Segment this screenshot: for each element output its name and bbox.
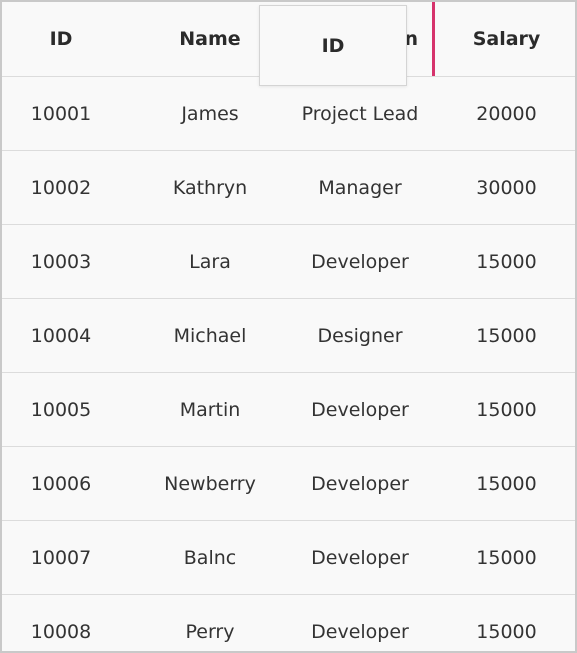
- cell-id: 10006: [30, 472, 92, 495]
- cell-designation: Developer: [311, 250, 409, 273]
- data-grid-frame: ID Name n Salary ID 10001 James Project …: [0, 0, 577, 653]
- header-id[interactable]: ID: [2, 2, 120, 76]
- cell-designation: Manager: [318, 176, 402, 199]
- cell-designation: Project Lead: [301, 102, 419, 125]
- cell-id: 10002: [30, 176, 92, 199]
- cell-salary: 20000: [476, 102, 537, 125]
- cell-salary: 15000: [476, 472, 537, 495]
- cell-name: Perry: [185, 620, 235, 643]
- cell-name: Kathryn: [172, 176, 248, 199]
- cell-name: Michael: [173, 324, 247, 347]
- table-row[interactable]: 10008 Perry Developer 15000: [2, 595, 575, 651]
- table-row[interactable]: 10002 Kathryn Manager 30000: [2, 151, 575, 225]
- column-drop-indicator: [432, 2, 435, 76]
- cell-id: 10007: [30, 546, 92, 569]
- cell-salary: 15000: [476, 398, 537, 421]
- cell-salary: 15000: [476, 250, 537, 273]
- cell-salary: 15000: [476, 546, 537, 569]
- cell-id: 10008: [30, 620, 92, 643]
- cell-salary: 15000: [476, 620, 537, 643]
- cell-name: James: [181, 102, 239, 125]
- cell-designation: Developer: [311, 620, 409, 643]
- table-row[interactable]: 10007 Balnc Developer 15000: [2, 521, 575, 595]
- cell-id: 10005: [30, 398, 92, 421]
- table-row[interactable]: 10004 Michael Designer 15000: [2, 299, 575, 373]
- table-row[interactable]: 10006 Newberry Developer 15000: [2, 447, 575, 521]
- cell-designation: Developer: [311, 472, 409, 495]
- cell-designation: Developer: [311, 398, 409, 421]
- cell-name: Balnc: [183, 546, 237, 569]
- cell-name: Lara: [189, 250, 231, 273]
- cell-designation: Designer: [317, 324, 403, 347]
- table-row[interactable]: 10003 Lara Developer 15000: [2, 225, 575, 299]
- cell-name: Martin: [179, 398, 241, 421]
- cell-name: Newberry: [164, 472, 256, 495]
- cell-designation: Developer: [311, 546, 409, 569]
- table-row[interactable]: 10005 Martin Developer 15000: [2, 373, 575, 447]
- cell-id: 10001: [30, 102, 92, 125]
- header-salary[interactable]: Salary: [438, 2, 575, 76]
- cell-salary: 30000: [476, 176, 537, 199]
- table-row[interactable]: 10001 James Project Lead 20000: [2, 77, 575, 151]
- cell-salary: 15000: [476, 324, 537, 347]
- cell-id: 10004: [30, 324, 92, 347]
- cell-id: 10003: [30, 250, 92, 273]
- dragged-column-header[interactable]: ID: [259, 5, 407, 86]
